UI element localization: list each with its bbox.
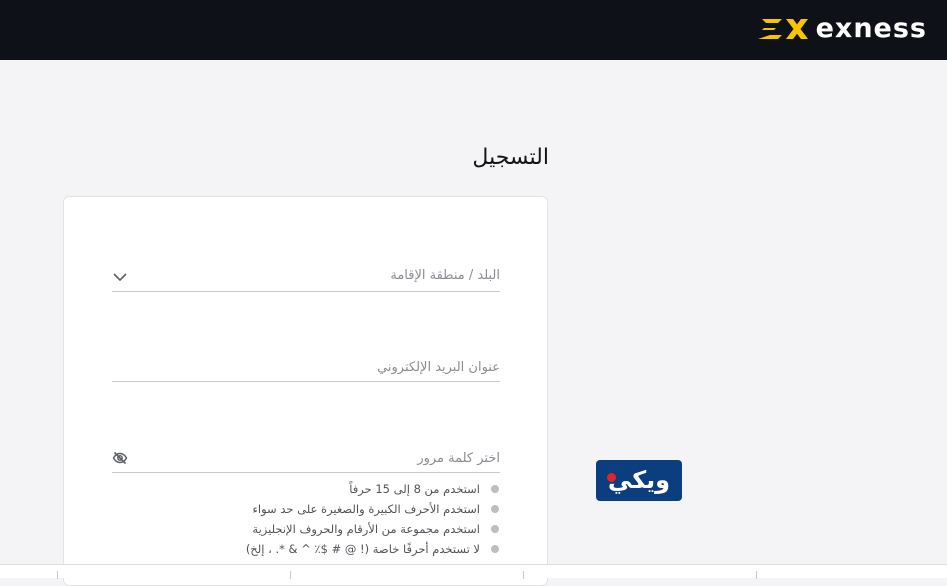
registration-card: البلد / منطقة الإقامة استخدم من 8 إلى 15…	[63, 196, 548, 586]
eye-off-icon[interactable]	[112, 450, 128, 466]
password-field[interactable]	[112, 445, 500, 473]
list-item: استخدم مجموعة من الأرقام والحروف الإنجلي…	[246, 521, 500, 541]
exness-logo[interactable]: exness	[756, 12, 927, 46]
page-title: التسجيل	[472, 145, 549, 170]
wiki-watermark-logo: ويكي	[596, 460, 682, 501]
list-item: لا تستخدم أحرفًا خاصة (! @ # $٪ ^ & *. ،…	[246, 541, 500, 561]
exness-logo-icon	[757, 19, 808, 39]
password-rules-list: استخدم من 8 إلى 15 حرفاً استخدم الأحرف ا…	[246, 481, 500, 561]
password-input[interactable]	[138, 445, 500, 471]
chevron-down-icon[interactable]	[112, 269, 128, 285]
bottom-strip	[0, 564, 947, 579]
list-item: استخدم من 8 إلى 15 حرفاً	[246, 481, 500, 501]
email-input[interactable]	[138, 354, 500, 380]
top-bar: exness	[0, 0, 947, 60]
watermark-dot-icon	[607, 473, 616, 482]
email-field[interactable]	[112, 354, 500, 382]
list-item: استخدم الأحرف الكبيرة والصغيرة على حد سو…	[246, 501, 500, 521]
brand-name: exness	[815, 13, 927, 44]
country-select[interactable]: البلد / منطقة الإقامة	[112, 264, 500, 292]
country-label: البلد / منطقة الإقامة	[390, 268, 500, 283]
